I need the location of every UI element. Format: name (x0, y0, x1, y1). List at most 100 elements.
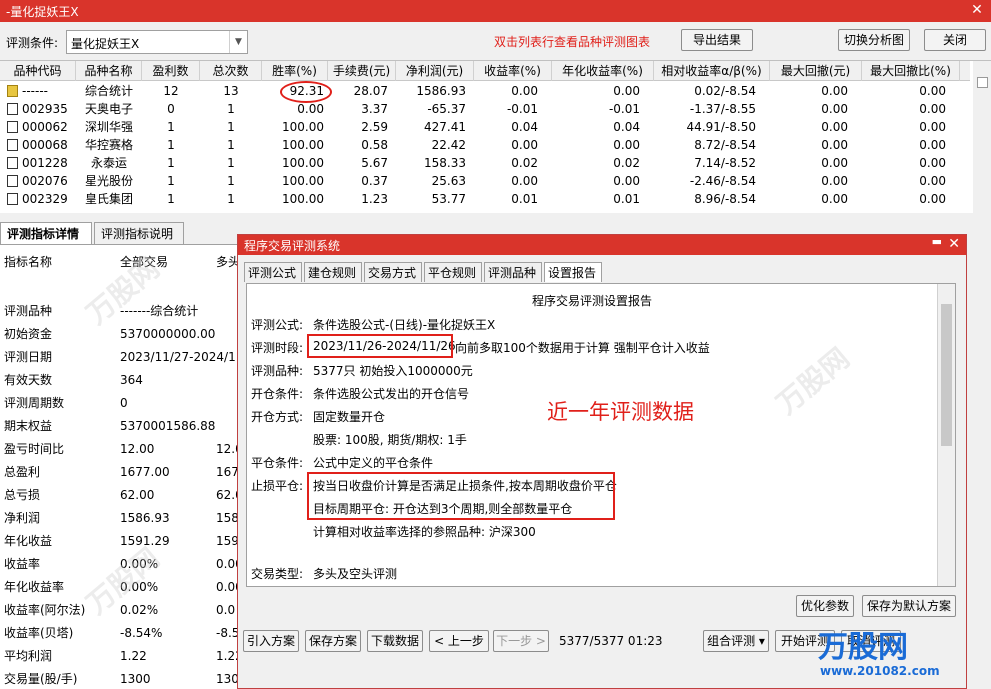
metric-all: 1677.00 (120, 465, 170, 479)
table-cell: 深圳华强 (84, 120, 133, 134)
close-button[interactable]: 关闭 (924, 29, 986, 51)
column-header[interactable]: 品种代码 (0, 61, 76, 81)
stock-icon (7, 139, 18, 151)
tab-varieties[interactable]: 评测品种 (484, 262, 542, 282)
column-header[interactable]: 总次数 (200, 61, 262, 81)
tab-open-rules[interactable]: 建仓规则 (304, 262, 362, 282)
next-button[interactable]: 下一步 > (493, 630, 549, 652)
metric-name: 年化收益率 (4, 580, 65, 594)
table-cell: 0.01 (511, 192, 538, 206)
table-cell: 0.00 (821, 120, 848, 134)
table-row[interactable]: 000068 华控赛格 1 1 100.00 0.58 22.42 0.00 0.00 8.72/… (0, 136, 970, 154)
table-cell: 0.00 (511, 174, 538, 188)
table-cell: 0 (167, 102, 175, 116)
dialog-title-bar: 程序交易评测系统 ▬ ✕ (238, 235, 966, 255)
tab-metric-explain[interactable]: 评测指标说明 (94, 222, 184, 244)
chevron-down-icon[interactable]: ▼ (229, 31, 247, 53)
column-header[interactable]: 相对收益率α/β(%) (654, 61, 770, 81)
switch-chart-button[interactable]: 切换分析图 (838, 29, 910, 51)
metric-row: 收益率(阿尔法) 0.02% 0.0 (0, 599, 240, 622)
metric-all: 364 (120, 373, 143, 387)
metric-name: 期末权益 (4, 419, 53, 433)
table-cell: 12 (163, 84, 179, 98)
table-cell: 0.00 (821, 84, 848, 98)
column-header[interactable]: 品种名称 (76, 61, 142, 81)
table-cell: 1.23 (361, 192, 388, 206)
prev-button[interactable]: < 上一步 (429, 630, 489, 652)
table-cell: 0.00 (511, 138, 538, 152)
metric-row: 初始资金 5370000000.00 (0, 323, 240, 346)
stock-icon (7, 193, 18, 205)
table-cell: 0.00 (821, 156, 848, 170)
table-cell: 100.00 (282, 174, 324, 188)
tab-trade-mode[interactable]: 交易方式 (364, 262, 422, 282)
import-button[interactable]: 引入方案 (243, 630, 299, 652)
column-header[interactable]: 胜率(%) (262, 61, 328, 81)
filter-label: 评测条件: (6, 36, 59, 50)
tab-metric-details[interactable]: 评测指标详情 (0, 222, 92, 244)
window-title: -量化捉妖王X (6, 5, 79, 19)
dialog-title: 程序交易评测系统 (244, 239, 341, 253)
table-cell: 1 (167, 192, 175, 206)
table-row[interactable]: 002935 天奥电子 0 1 0.00 3.37 -65.37 -0.01 -0.01 -1.3… (0, 100, 970, 118)
column-header[interactable]: 最大回撤比(%) (862, 61, 960, 81)
report-scrollbar[interactable] (937, 284, 955, 586)
minimize-icon[interactable]: ▬ (932, 235, 942, 248)
metric-row: 评测周期数 0 (0, 392, 240, 415)
table-cell: 0.04 (511, 120, 538, 134)
progress-text: 5377/5377 01:23 (559, 634, 663, 648)
hint-text: 双击列表行查看品种评测图表 (494, 35, 651, 49)
close-icon[interactable]: ✕ (969, 1, 985, 19)
export-button[interactable]: 导出结果 (681, 29, 753, 51)
table-row[interactable]: 001228 永泰运 1 1 100.00 5.67 158.33 0.02 0.02 7.14/… (0, 154, 970, 172)
table-cell: 0.00 (919, 174, 946, 188)
table-cell: 0.00 (613, 84, 640, 98)
tab-formula[interactable]: 评测公式 (244, 262, 302, 282)
stop-highlight (307, 472, 615, 520)
metric-name: 收益率(阿尔法) (4, 603, 86, 617)
dialog-close-icon[interactable]: ✕ (948, 236, 960, 252)
scrollbar[interactable] (973, 61, 991, 213)
filter-combo[interactable]: 量化捉妖王X ▼ (66, 30, 248, 54)
tab-close-rules[interactable]: 平仓规则 (424, 262, 482, 282)
table-cell: 0.00 (821, 138, 848, 152)
column-header[interactable]: 最大回撤(元) (770, 61, 862, 81)
table-row[interactable]: 002329 皇氏集团 1 1 100.00 1.23 53.77 0.01 0.01 8.96/… (0, 190, 970, 208)
combo-eval-button[interactable]: 组合评测 ▾ (703, 630, 769, 652)
column-header[interactable]: 净利润(元) (396, 61, 474, 81)
table-cell: 0.02/-8.54 (694, 84, 756, 98)
variety-value: 5377只 初始投入1000000元 (313, 364, 473, 378)
tab-settings-report[interactable]: 设置报告 (544, 262, 602, 282)
metric-name: 年化收益 (4, 534, 53, 548)
metric-name: 有效天数 (4, 373, 53, 387)
column-header[interactable]: 年化收益率(%) (552, 61, 654, 81)
table-row[interactable]: 002076 星光股份 1 1 100.00 0.37 25.63 0.00 0.00 -2.46… (0, 172, 970, 190)
table-cell: 0.00 (919, 102, 946, 116)
table-cell: 0.00 (919, 192, 946, 206)
column-header[interactable]: 盈利数 (142, 61, 200, 81)
metric-row: 盈亏时间比12.0012.0 (0, 438, 240, 461)
report-title: 程序交易评测设置报告 (531, 294, 652, 308)
table-cell: 0.02 (511, 156, 538, 170)
table-cell: 0.01 (613, 192, 640, 206)
metric-all: -8.54% (120, 626, 163, 640)
period-highlight (307, 334, 453, 358)
table-row[interactable]: ------ 综合统计 12 13 92.31 28.07 1586.93 0.00 0.00 0… (0, 82, 970, 100)
table-cell: 22.42 (431, 138, 466, 152)
table-cell: 000062 (22, 120, 68, 134)
metric-all: 12.00 (120, 442, 155, 456)
period-note: 向前多取100个数据用于计算 强制平仓计入收益 (455, 341, 710, 355)
column-header[interactable]: 手续费(元) (328, 61, 396, 81)
watermark-url: www.201082.com (820, 664, 940, 678)
optimize-button[interactable]: 优化参数 (796, 595, 854, 617)
results-table: 品种代码 品种名称 盈利数 总次数 胜率(%) 手续费(元) 净利润(元) 收益率(%) 年化收… (0, 60, 991, 213)
save-scheme-button[interactable]: 保存方案 (305, 630, 361, 652)
table-cell: 0.00 (919, 84, 946, 98)
table-row[interactable]: 000062 深圳华强 1 1 100.00 2.59 427.41 0.04 0.04 44.9… (0, 118, 970, 136)
column-header[interactable]: 收益率(%) (474, 61, 552, 81)
download-button[interactable]: 下载数据 (367, 630, 423, 652)
save-default-button[interactable]: 保存为默认方案 (862, 595, 956, 617)
metric-row: 收益率0.00%0.00% (0, 553, 240, 576)
close-cond-value: 公式中定义的平仓条件 (313, 456, 434, 470)
table-cell: 0.00 (821, 192, 848, 206)
